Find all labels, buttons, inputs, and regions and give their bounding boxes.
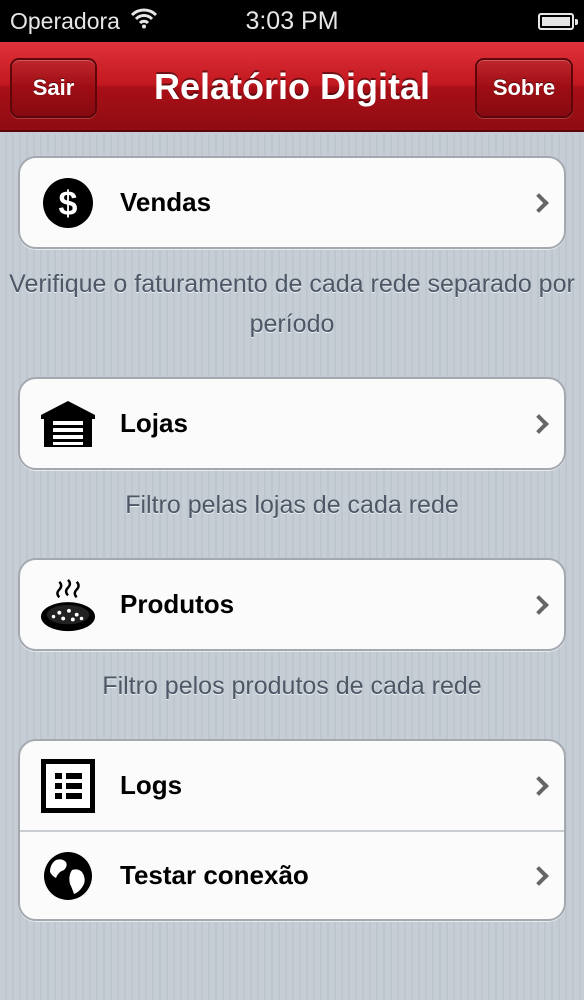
svg-text:$: $ <box>59 185 78 223</box>
menu-item-testar-conexao-label: Testar conexão <box>120 860 309 890</box>
chevron-right-icon <box>529 865 549 886</box>
chevron-right-icon <box>529 192 549 213</box>
status-bar: Operadora 3:03 PM <box>0 0 584 42</box>
navigation-bar: Sair Relatório Digital Sobre <box>0 42 584 132</box>
menu-item-logs[interactable]: Logs <box>20 741 564 830</box>
lojas-description: Filtro pelas lojas de cada rede <box>125 491 459 519</box>
logs-group: Logs Testar conexão <box>18 739 566 921</box>
vendas-group: $ Vendas <box>18 156 566 249</box>
menu-item-produtos[interactable]: Produtos <box>20 560 564 649</box>
menu-item-vendas[interactable]: $ Vendas <box>20 158 564 247</box>
chevron-right-icon <box>529 775 549 796</box>
globe-icon <box>40 848 96 904</box>
menu-item-vendas-label: Vendas <box>120 187 212 217</box>
battery-icon <box>538 12 578 30</box>
sobre-button[interactable]: Sobre <box>475 58 573 118</box>
menu-content: $ Vendas Verifique o faturamento de cada… <box>0 134 584 1000</box>
menu-item-testar-conexao[interactable]: Testar conexão <box>20 830 564 919</box>
dollar-icon: $ <box>40 175 96 231</box>
lojas-group: Lojas <box>18 377 566 470</box>
menu-item-lojas[interactable]: Lojas <box>20 379 564 468</box>
menu-item-lojas-label: Lojas <box>120 408 188 438</box>
vendas-description: Verifique o faturamento de cada rede sep… <box>9 270 575 338</box>
produtos-group: Produtos <box>18 558 566 651</box>
menu-item-logs-label: Logs <box>120 770 183 800</box>
sair-button[interactable]: Sair <box>10 58 97 118</box>
produtos-description: Filtro pelos produtos de cada rede <box>102 672 482 700</box>
list-icon <box>40 758 96 814</box>
chevron-right-icon <box>529 413 549 434</box>
store-icon <box>40 396 96 452</box>
pizza-icon <box>40 577 96 633</box>
menu-item-produtos-label: Produtos <box>120 589 235 619</box>
wifi-icon <box>130 7 158 35</box>
chevron-right-icon <box>529 594 549 615</box>
carrier-label: Operadora <box>10 7 120 34</box>
